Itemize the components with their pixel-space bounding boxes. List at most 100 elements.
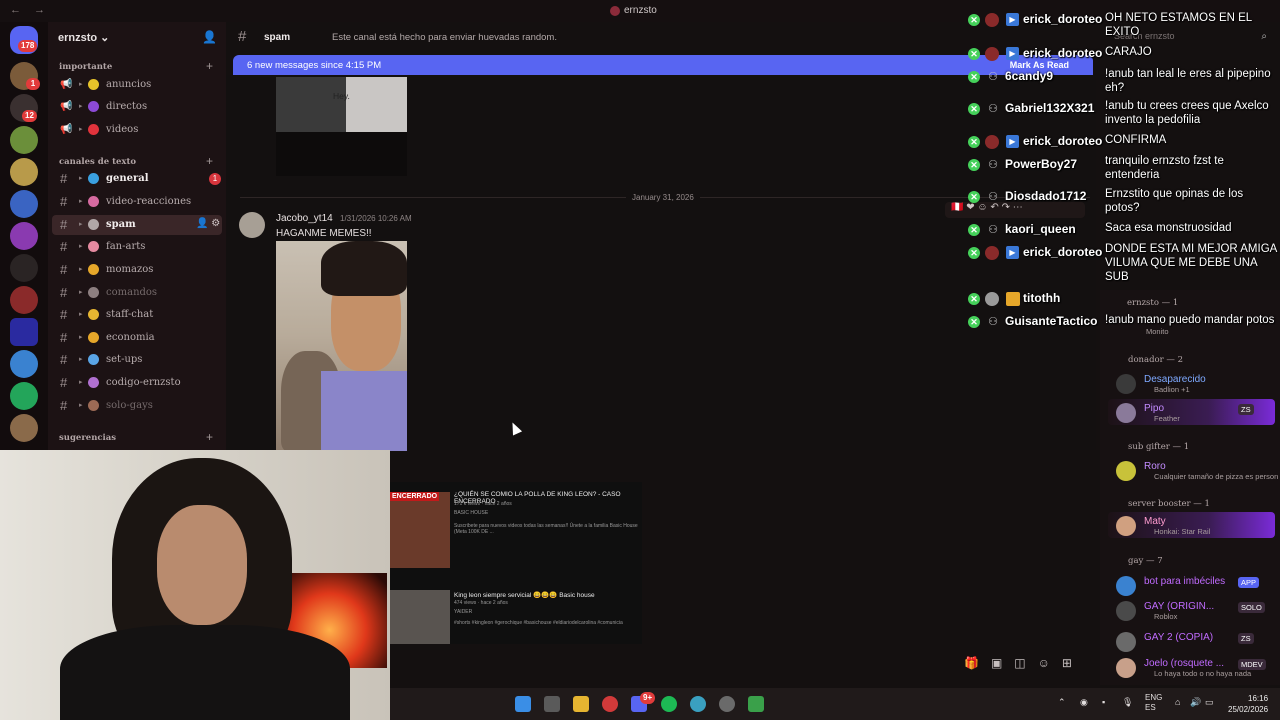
- flag-icon[interactable]: 🇵🇪: [951, 202, 963, 213]
- avatar[interactable]: [1116, 658, 1136, 678]
- settings-icon[interactable]: 👤 ⚙: [196, 218, 220, 229]
- gif-icon[interactable]: ▣: [991, 656, 1014, 670]
- forward-icon[interactable]: ↷: [1002, 202, 1010, 213]
- channel-item-general[interactable]: # ▸ general 1: [52, 169, 222, 189]
- photo-attachment[interactable]: [276, 241, 407, 451]
- app-icon[interactable]: [748, 696, 764, 712]
- mod-ban-icon[interactable]: ✕: [968, 316, 980, 328]
- channel-item-comandos[interactable]: # ▸ comandos: [52, 283, 222, 303]
- message-author[interactable]: Jacobo_yt14: [276, 213, 333, 224]
- avatar[interactable]: [1116, 461, 1136, 481]
- heart-reaction-icon[interactable]: ❤: [966, 202, 974, 213]
- member-name[interactable]: Joelo (rosquete ...: [1144, 658, 1224, 669]
- video-title[interactable]: King leon siempre servicial 😀😀😀 Basic ho…: [454, 591, 595, 599]
- volume-icon[interactable]: 🔊: [1190, 697, 1201, 708]
- forward-arrow-icon[interactable]: →: [34, 4, 45, 16]
- mod-ban-icon[interactable]: ✕: [968, 247, 980, 259]
- channel-item-staff-chat[interactable]: # ▸ staff-chat: [52, 305, 222, 325]
- task-view-icon[interactable]: [544, 696, 560, 712]
- chat-username[interactable]: titothh: [1023, 291, 1060, 305]
- network-icon[interactable]: ⌂: [1175, 697, 1180, 707]
- add-channel-icon[interactable]: +: [206, 154, 213, 168]
- more-icon[interactable]: ⋯: [1013, 202, 1023, 213]
- chat-username[interactable]: erick_doroteo: [1023, 245, 1102, 259]
- avatar[interactable]: [1116, 632, 1136, 652]
- windows-start-icon[interactable]: [515, 696, 531, 712]
- video-thumbnail[interactable]: ENCERRADO: [390, 492, 450, 568]
- avatar[interactable]: [1116, 576, 1136, 596]
- mod-ban-icon[interactable]: ✕: [968, 191, 980, 203]
- opera-icon[interactable]: [602, 696, 618, 712]
- chat-username[interactable]: 6candy9: [1005, 69, 1053, 83]
- chat-username[interactable]: erick_doroteo: [1023, 46, 1102, 60]
- channel-item-spam[interactable]: # ▸ spam 👤 ⚙: [52, 215, 222, 235]
- server-name[interactable]: ernzsto ⌄: [58, 31, 109, 44]
- category-importante[interactable]: importante: [59, 62, 112, 72]
- add-channel-icon[interactable]: +: [206, 430, 213, 444]
- channel-item-economia[interactable]: # ▸ economia: [52, 328, 222, 348]
- avatar[interactable]: [1116, 516, 1136, 536]
- server-icon[interactable]: [10, 190, 38, 218]
- chat-username[interactable]: PowerBoy27: [1005, 157, 1077, 171]
- mod-ban-icon[interactable]: ✕: [968, 224, 980, 236]
- browser-icon[interactable]: [690, 696, 706, 712]
- clock[interactable]: 16:16 25/02/2026: [1228, 693, 1268, 715]
- member-name[interactable]: bot para imbéciles: [1144, 576, 1225, 587]
- battery-icon[interactable]: ▭: [1205, 697, 1214, 708]
- new-messages-bar[interactable]: 6 new messages since 4:15 PM Mark As Rea…: [233, 55, 1093, 75]
- avatar[interactable]: [1116, 403, 1136, 423]
- tray-chevron-icon[interactable]: ⌃: [1058, 697, 1066, 708]
- gift-icon[interactable]: 🎁: [964, 656, 991, 670]
- member-name[interactable]: Desaparecido: [1144, 374, 1206, 385]
- chat-username[interactable]: Diosdado1712: [1005, 189, 1086, 203]
- file-explorer-icon[interactable]: [573, 696, 589, 712]
- microphone-icon[interactable]: 🎙: [1122, 697, 1133, 708]
- video-channel[interactable]: YAIDER: [454, 609, 472, 615]
- avatar[interactable]: [1116, 374, 1136, 394]
- mod-ban-icon[interactable]: ✕: [968, 71, 980, 83]
- channel-item-videos[interactable]: 📢 ▸ videos: [52, 120, 222, 140]
- chat-username[interactable]: GuisanteTactico: [1005, 314, 1097, 328]
- back-arrow-icon[interactable]: ←: [10, 4, 21, 16]
- mod-ban-icon[interactable]: ✕: [968, 103, 980, 115]
- language-indicator[interactable]: ENG ES: [1145, 693, 1162, 713]
- channel-item-solo-gays[interactable]: # ▸ solo-gays: [52, 396, 222, 416]
- server-icon[interactable]: [10, 318, 38, 346]
- member-name[interactable]: GAY 2 (COPIA): [1144, 632, 1213, 643]
- member-name[interactable]: Maty: [1144, 516, 1166, 527]
- channel-item-video-reacciones[interactable]: # ▸ video-reacciones: [52, 192, 222, 212]
- image-attachment[interactable]: Hey.: [276, 77, 407, 132]
- invite-icon[interactable]: 👤: [202, 30, 217, 44]
- member-name[interactable]: Pipo: [1144, 403, 1164, 414]
- chat-username[interactable]: kaori_queen: [1005, 222, 1076, 236]
- chat-username[interactable]: erick_doroteo: [1023, 134, 1102, 148]
- server-icon[interactable]: [10, 126, 38, 154]
- server-icon[interactable]: [10, 254, 38, 282]
- emoji-picker-icon[interactable]: ☺: [1038, 656, 1062, 670]
- channel-item-anuncios[interactable]: 📢 ▸ anuncios: [52, 75, 222, 95]
- server-icon[interactable]: [10, 382, 38, 410]
- server-icon[interactable]: [10, 286, 38, 314]
- channel-item-directos[interactable]: 📢 ▸ directos: [52, 97, 222, 117]
- sticker-icon[interactable]: ◫: [1014, 656, 1037, 670]
- member-name[interactable]: GAY (ORIGIN...: [1144, 601, 1214, 612]
- channel-item-momazos[interactable]: # ▸ momazos: [52, 260, 222, 280]
- tray-app-icon[interactable]: ▪: [1102, 697, 1105, 707]
- mod-ban-icon[interactable]: ✕: [968, 14, 980, 26]
- obs-icon[interactable]: [719, 696, 735, 712]
- channel-item-codigo-ernzsto[interactable]: # ▸ codigo-ernzsto: [52, 373, 222, 393]
- chat-username[interactable]: erick_doroteo: [1023, 12, 1102, 26]
- mod-ban-icon[interactable]: ✕: [968, 159, 980, 171]
- category-canales[interactable]: canales de texto: [59, 157, 136, 167]
- server-icon[interactable]: [10, 222, 38, 250]
- video-thumbnail[interactable]: [390, 590, 450, 644]
- member-name[interactable]: Roro: [1144, 461, 1166, 472]
- server-icon[interactable]: [10, 158, 38, 186]
- emoji-icon[interactable]: ☺: [977, 202, 987, 213]
- mod-ban-icon[interactable]: ✕: [968, 48, 980, 60]
- apps-icon[interactable]: ⊞: [1062, 656, 1084, 670]
- spotify-icon[interactable]: [661, 696, 677, 712]
- category-sugerencias[interactable]: sugerencias: [59, 433, 116, 443]
- mod-ban-icon[interactable]: ✕: [968, 293, 980, 305]
- mod-ban-icon[interactable]: ✕: [968, 136, 980, 148]
